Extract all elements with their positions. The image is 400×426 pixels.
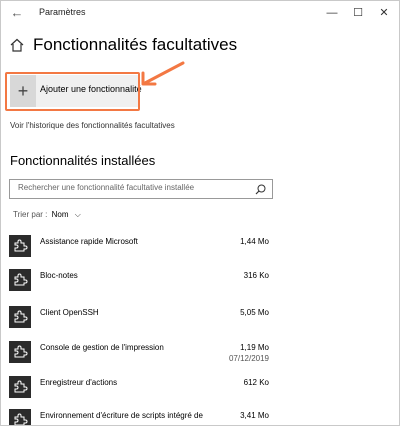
feature-name: Assistance rapide Microsoft — [40, 237, 138, 246]
search-box[interactable] — [9, 179, 273, 199]
feature-size: 3,41 Mo — [240, 411, 269, 420]
list-item[interactable]: Client OpenSSH 5,05 Mo — [9, 306, 273, 336]
puzzle-icon — [9, 235, 31, 257]
back-arrow-icon[interactable]: ← — [7, 3, 27, 23]
feature-name: Bloc-notes — [40, 271, 78, 280]
feature-size: 612 Ko — [243, 378, 269, 387]
feature-size: 1,44 Mo — [240, 237, 269, 246]
scrollbar[interactable] — [394, 25, 398, 425]
title-bar: ← Paramètres — ☐ ✕ — [1, 1, 399, 25]
feature-name: Enregistreur d'actions — [40, 378, 118, 387]
list-item[interactable]: Environnement d'écriture de scripts inté… — [9, 409, 273, 425]
feature-size: 1,19 Mo — [240, 343, 269, 352]
search-icon[interactable] — [255, 184, 266, 195]
chevron-down-icon[interactable]: ⌵ — [75, 210, 81, 220]
sort-value[interactable]: Nom — [52, 210, 69, 219]
puzzle-icon — [9, 269, 31, 291]
feature-name: Client OpenSSH — [40, 308, 99, 317]
feature-size: 5,05 Mo — [240, 308, 269, 317]
puzzle-icon — [9, 409, 31, 425]
page-title: Fonctionnalités facultatives — [33, 35, 238, 54]
annotation-arrow-icon — [141, 61, 185, 86]
feature-date: 07/12/2019 — [228, 354, 269, 363]
puzzle-icon — [9, 376, 31, 398]
maximize-button[interactable]: ☐ — [345, 1, 371, 25]
search-input[interactable] — [18, 183, 238, 192]
list-item[interactable]: Bloc-notes 316 Ko — [9, 269, 273, 299]
home-icon[interactable] — [9, 37, 25, 53]
highlight-annotation — [5, 72, 140, 111]
feature-size: 316 Ko — [243, 271, 269, 280]
puzzle-icon — [9, 341, 31, 363]
list-item[interactable]: Console de gestion de l'impression 1,19 … — [9, 341, 273, 371]
sort-label: Trier par : — [13, 210, 48, 219]
close-button[interactable]: ✕ — [371, 1, 397, 25]
list-item[interactable]: Assistance rapide Microsoft 1,44 Mo — [9, 235, 273, 265]
list-item[interactable]: Enregistreur d'actions 612 Ko — [9, 376, 273, 406]
history-link[interactable]: Voir l'historique des fonctionnalités fa… — [10, 121, 175, 130]
minimize-button[interactable]: — — [319, 1, 345, 25]
settings-window: ← Paramètres — ☐ ✕ Fonctionnalités facul… — [0, 0, 400, 426]
feature-name: Environnement d'écriture de scripts inté… — [40, 411, 203, 420]
window-title: Paramètres — [39, 7, 86, 17]
sort-control[interactable]: Trier par : Nom ⌵ — [13, 210, 81, 220]
feature-name: Console de gestion de l'impression — [40, 343, 164, 352]
puzzle-icon — [9, 306, 31, 328]
installed-section-title: Fonctionnalités installées — [10, 153, 156, 168]
